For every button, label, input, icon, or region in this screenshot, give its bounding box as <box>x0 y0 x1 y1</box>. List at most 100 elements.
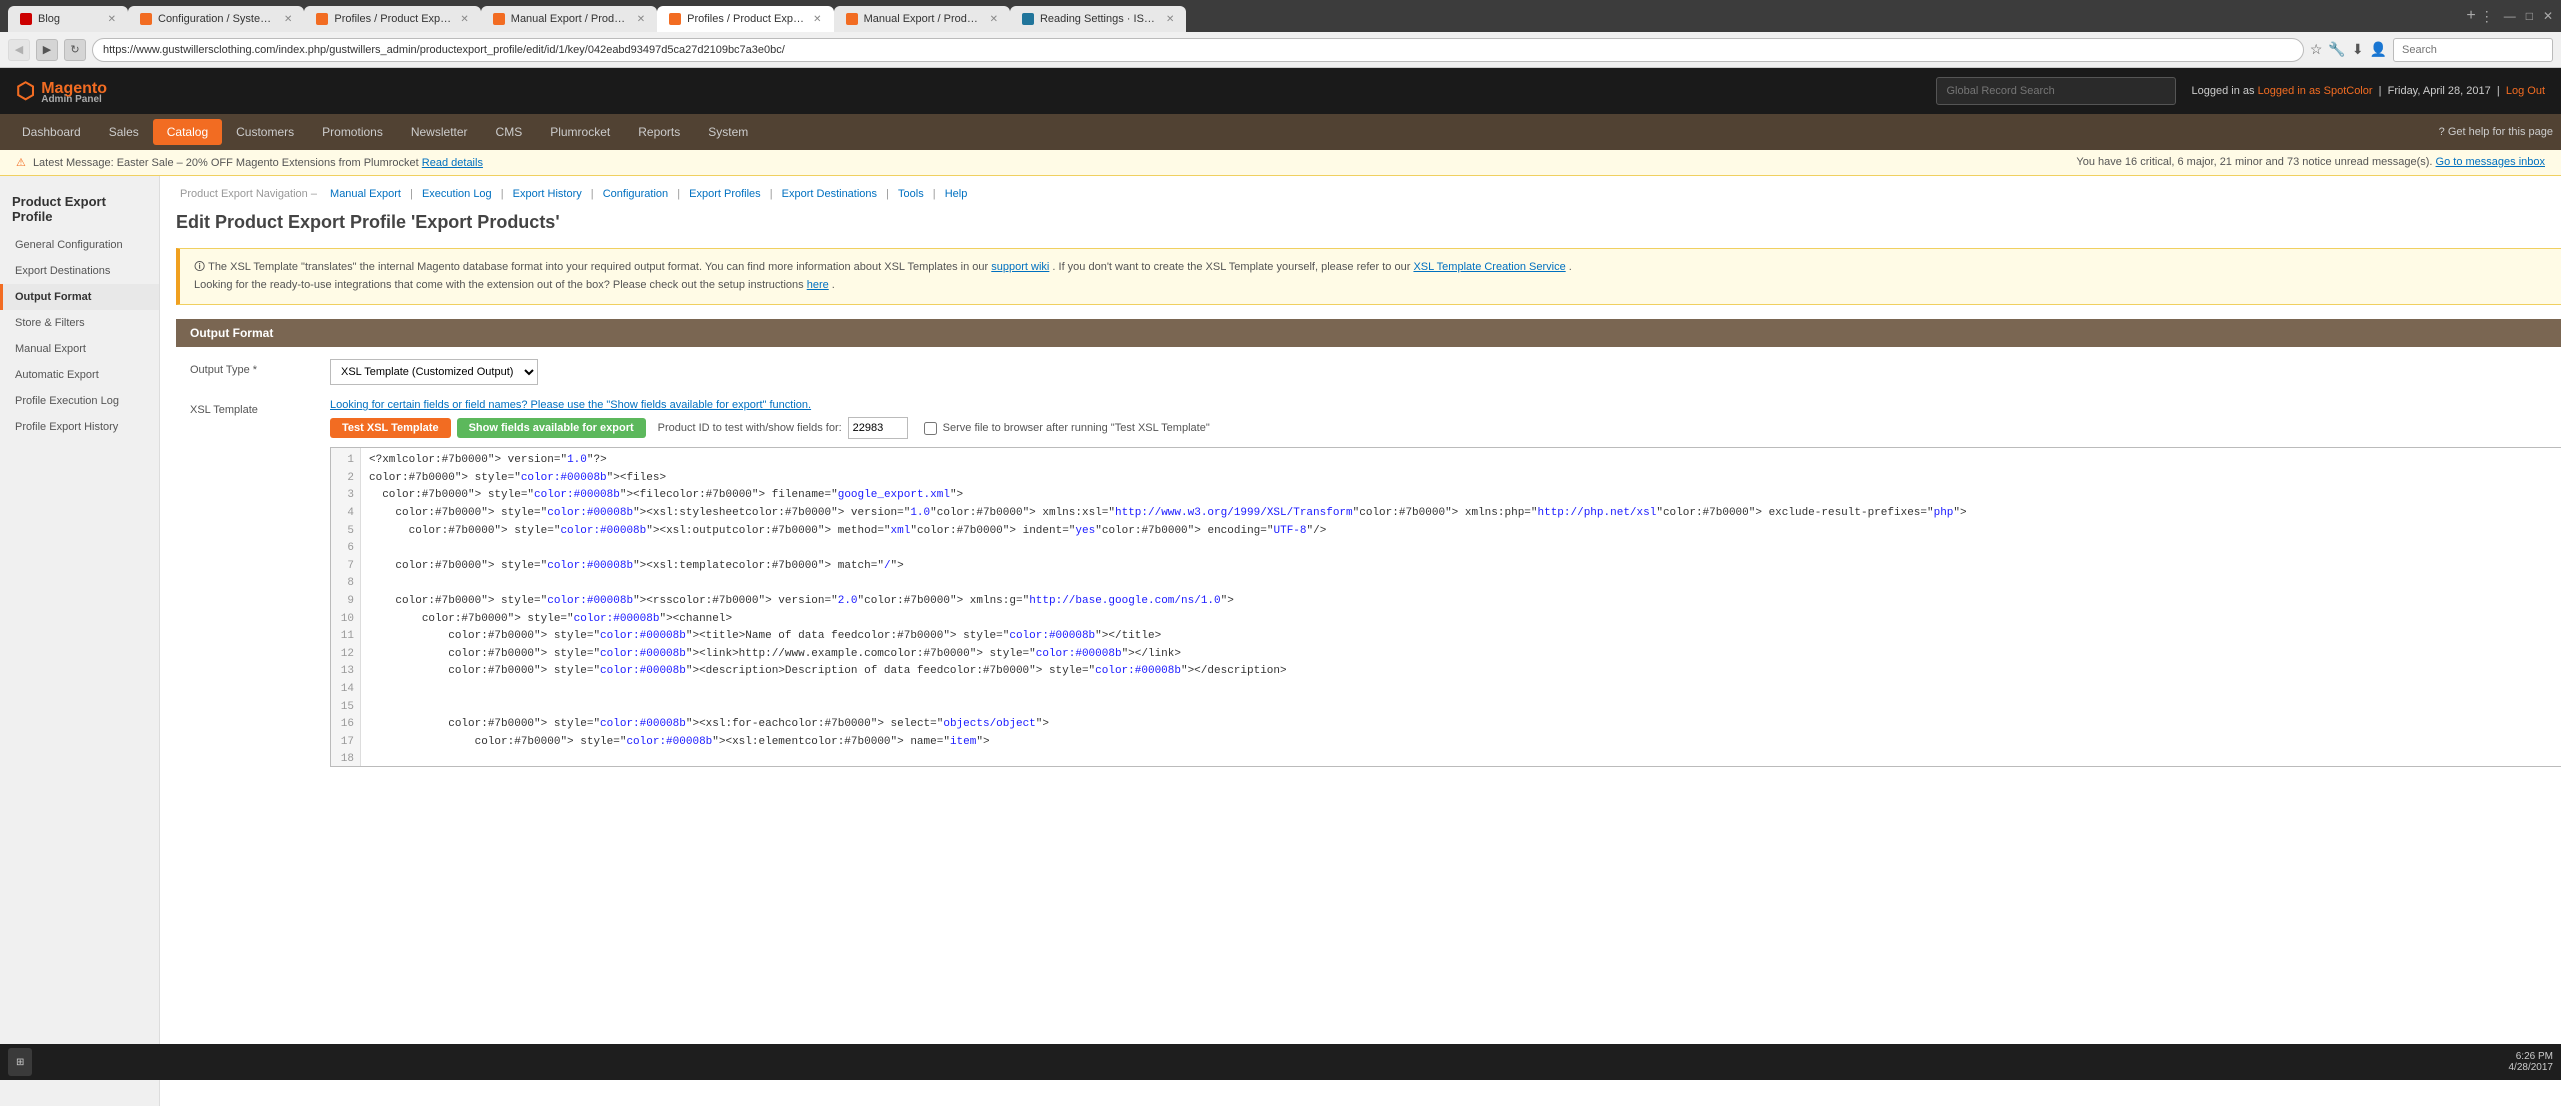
output-format-section-header: Output Format <box>176 319 2561 347</box>
content-nav-link-execution-log[interactable]: Execution Log <box>422 188 492 200</box>
sidebar-item-profile-execution-log[interactable]: Profile Execution Log <box>0 388 159 414</box>
code-lines: 1234567891011121314151617181920212223242… <box>331 448 2561 767</box>
sidebar-item-manual-export[interactable]: Manual Export <box>0 336 159 362</box>
tab-close[interactable]: ✕ <box>637 14 645 25</box>
content-nav-link-help[interactable]: Help <box>945 188 968 200</box>
support-wiki-link[interactable]: support wiki <box>991 261 1049 273</box>
browser-tab-tab1[interactable]: Reading Settings · ISOC — WordPress ✕ <box>1010 6 1186 32</box>
top-nav-item-catalog[interactable]: Catalog <box>153 119 222 145</box>
tab-close[interactable]: ✕ <box>813 14 821 25</box>
tab-title: Profiles / Product Export / Export P... <box>687 13 807 25</box>
line-number: 8 <box>337 575 354 593</box>
code-editor[interactable]: 1234567891011121314151617181920212223242… <box>330 447 2561 767</box>
top-nav-item-system[interactable]: System <box>694 119 762 145</box>
content-nav: Product Export Navigation – Manual Expor… <box>176 188 2561 200</box>
content-nav-link-export-profiles[interactable]: Export Profiles <box>689 188 761 200</box>
info-box: 🛈 The XSL Template "translates" the inte… <box>176 248 2561 305</box>
code-line: color:#7b0000"> style="color:#00008b"><t… <box>369 628 2561 646</box>
code-content[interactable]: <?xmlcolor:#7b0000"> version="1.0"?>colo… <box>361 448 2561 767</box>
tab-close[interactable]: ✕ <box>460 14 468 25</box>
minimize-icon[interactable]: — <box>2504 9 2516 23</box>
output-type-select[interactable]: XSL Template (Customized Output) <box>330 359 538 385</box>
show-fields-button[interactable]: Show fields available for export <box>457 418 646 438</box>
code-line: color:#7b0000"> style="color:#00008b"><x… <box>369 505 2561 523</box>
top-nav-item-plumrocket[interactable]: Plumrocket <box>536 119 624 145</box>
tab-close[interactable]: ✕ <box>284 14 292 25</box>
tab-close[interactable]: ✕ <box>1166 14 1174 25</box>
tab-close[interactable]: ✕ <box>990 14 998 25</box>
top-nav-item-sales[interactable]: Sales <box>95 119 153 145</box>
go-to-messages-link[interactable]: Go to messages inbox <box>2436 156 2545 168</box>
browser-tab-tab4[interactable]: Profiles / Product Export / Magneto ...✕ <box>304 6 480 32</box>
browser-tab-tab5[interactable]: Manual Export / Product Export / M...✕ <box>481 6 657 32</box>
global-search-input[interactable] <box>1936 77 2176 105</box>
test-xsl-button[interactable]: Test XSL Template <box>330 418 451 438</box>
sidebar-item-general-configuration[interactable]: General Configuration <box>0 232 159 258</box>
start-button[interactable]: ⊞ <box>8 1048 32 1076</box>
code-line <box>369 681 2561 699</box>
top-nav-item-reports[interactable]: Reports <box>624 119 694 145</box>
setup-instructions-link[interactable]: here <box>807 279 829 291</box>
product-id-input[interactable] <box>848 417 908 439</box>
tab-title: Configuration / System / Magento ... <box>158 13 278 25</box>
top-nav-item-dashboard[interactable]: Dashboard <box>8 119 95 145</box>
top-nav-item-cms[interactable]: CMS <box>482 119 537 145</box>
browser-search-input[interactable] <box>2393 38 2553 62</box>
nav-separator: | <box>588 188 597 200</box>
top-nav-item-newsletter[interactable]: Newsletter <box>397 119 482 145</box>
sidebar-item-export-destinations[interactable]: Export Destinations <box>0 258 159 284</box>
browser-tab-tab3[interactable]: Configuration / System / Magento ... ✕ <box>128 6 304 32</box>
browser-tab-tab2[interactable]: Blog✕ <box>8 6 128 32</box>
address-bar[interactable] <box>92 38 2304 62</box>
page-title: Edit Product Export Profile 'Export Prod… <box>176 212 560 233</box>
admin-logo: ⬡ Magento Admin Panel <box>16 77 107 105</box>
code-line: color:#7b0000"> style="color:#00008b"><f… <box>369 487 2561 505</box>
sidebar-title: Product Export Profile <box>0 184 159 232</box>
line-number: 11 <box>337 628 354 646</box>
browser-tab-tab6[interactable]: Profiles / Product Export / Export P... ✕ <box>657 6 833 32</box>
top-nav-item-customers[interactable]: Customers <box>222 119 308 145</box>
alert-right-message: You have 16 critical, 6 major, 21 minor … <box>2076 156 2432 168</box>
serve-checkbox[interactable] <box>924 422 937 435</box>
help-link[interactable]: ? Get help for this page <box>2439 126 2553 138</box>
xsl-creation-link[interactable]: XSL Template Creation Service <box>1413 261 1565 273</box>
line-number: 10 <box>337 611 354 629</box>
line-number: 9 <box>337 593 354 611</box>
tab-title: Reading Settings · ISOC — WordPress <box>1040 13 1160 25</box>
nav-separator: | <box>767 188 776 200</box>
code-line <box>369 699 2561 717</box>
xsl-template-label: XSL Template <box>190 399 330 416</box>
content-nav-link-manual-export[interactable]: Manual Export <box>330 188 401 200</box>
line-number: 3 <box>337 487 354 505</box>
content-nav-link-tools[interactable]: Tools <box>898 188 924 200</box>
forward-button[interactable]: ▶ <box>36 39 58 61</box>
browser-tab-tab7[interactable]: Manual Export / Product Export / M...✕ <box>834 6 1010 32</box>
bookmark-icon[interactable]: ☆ <box>2310 41 2323 58</box>
tab-favicon <box>316 13 328 25</box>
sidebar-item-automatic-export[interactable]: Automatic Export <box>0 362 159 388</box>
content-nav-link-configuration[interactable]: Configuration <box>603 188 668 200</box>
sidebar-item-output-format[interactable]: Output Format <box>0 284 159 310</box>
user-icon[interactable]: 👤 <box>2370 41 2387 58</box>
browser-menu-icon[interactable]: ⋮ <box>2480 8 2494 25</box>
tab-close[interactable]: ✕ <box>108 14 116 25</box>
read-details-link[interactable]: Read details <box>422 157 483 169</box>
reload-button[interactable]: ↻ <box>64 39 86 61</box>
code-line: color:#7b0000"> style="color:#00008b"><f… <box>369 470 2561 488</box>
download-icon[interactable]: ⬇ <box>2352 41 2364 58</box>
extension-icon[interactable]: 🔧 <box>2328 41 2345 58</box>
nav-separator: | <box>498 188 507 200</box>
content-nav-link-export-history[interactable]: Export History <box>513 188 582 200</box>
top-nav-item-promotions[interactable]: Promotions <box>308 119 397 145</box>
logout-link[interactable]: Log Out <box>2506 85 2545 97</box>
output-type-row: Output Type * XSL Template (Customized O… <box>176 359 2561 385</box>
sidebar-item-profile-export-history[interactable]: Profile Export History <box>0 414 159 440</box>
back-button[interactable]: ◀ <box>8 39 30 61</box>
xsl-help-link[interactable]: Looking for certain fields or field name… <box>330 399 2561 411</box>
new-tab-button[interactable]: + <box>2466 7 2475 25</box>
content-nav-link-export-destinations[interactable]: Export Destinations <box>782 188 877 200</box>
admin-header: ⬡ Magento Admin Panel Logged in as Logge… <box>0 68 2561 114</box>
maximize-icon[interactable]: □ <box>2526 9 2533 23</box>
sidebar-item-store-&-filters[interactable]: Store & Filters <box>0 310 159 336</box>
close-icon[interactable]: ✕ <box>2543 9 2553 23</box>
